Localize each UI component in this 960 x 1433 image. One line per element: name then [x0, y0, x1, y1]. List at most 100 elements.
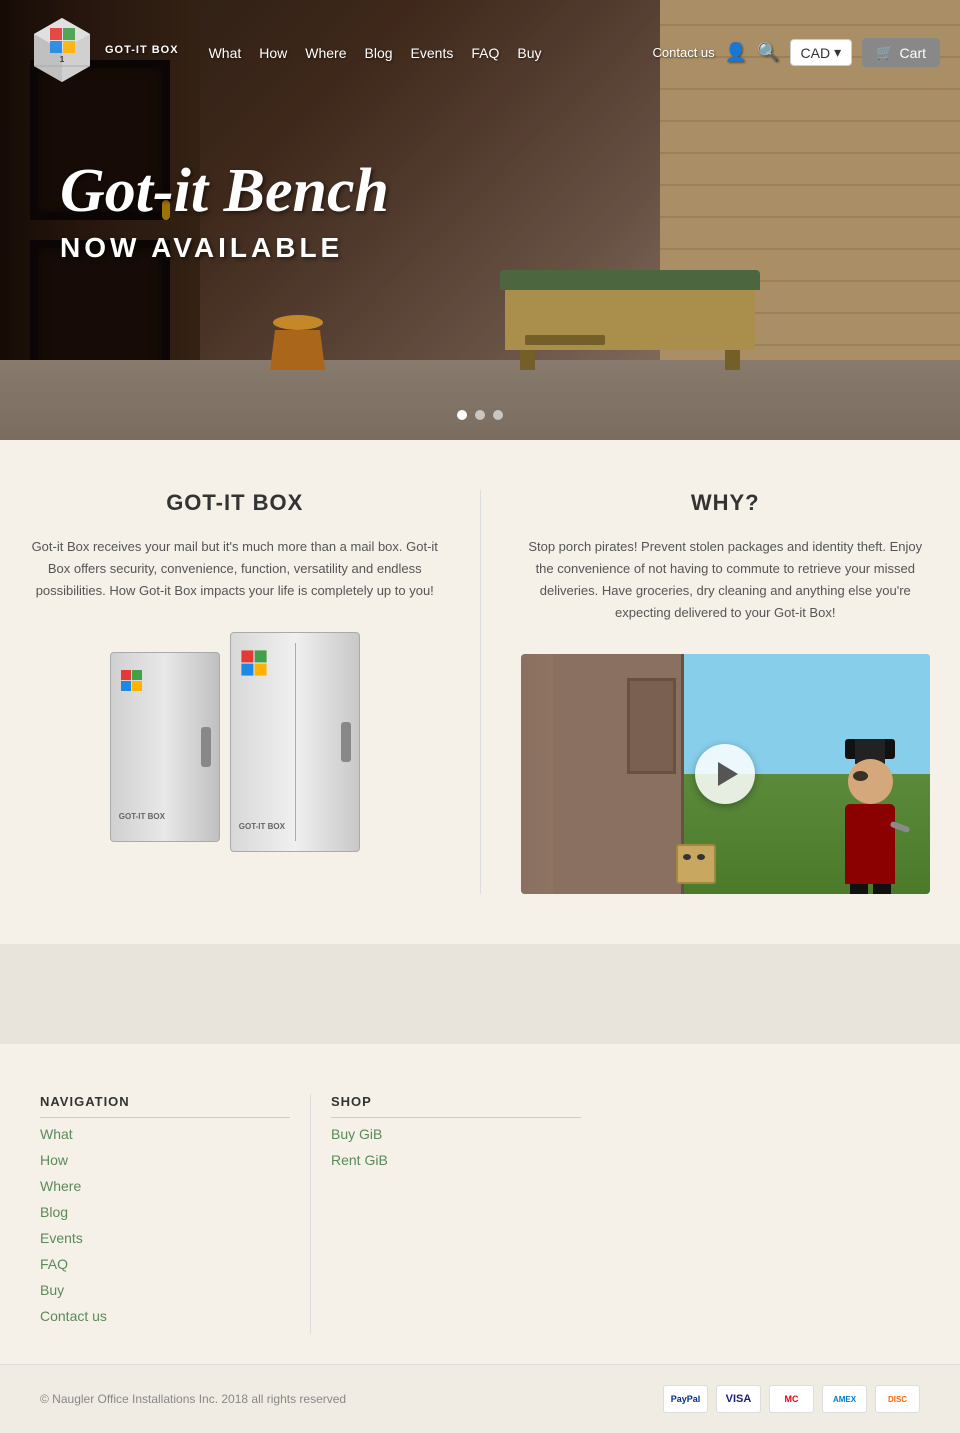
footer-link-where[interactable]: Where — [40, 1178, 81, 1194]
main-nav: What How Where Blog Events FAQ Buy — [209, 45, 653, 61]
footer-nav-item: What — [40, 1126, 290, 1144]
pirate-character — [830, 754, 910, 894]
nav-what[interactable]: What — [209, 45, 242, 61]
footer-nav-item: How — [40, 1152, 290, 1170]
hero-dot-2[interactable] — [475, 410, 485, 420]
currency-selector[interactable]: CAD ▾ — [790, 39, 853, 66]
payment-icons: PayPal VISA MC AMEX DISC — [663, 1385, 920, 1413]
play-button[interactable] — [695, 744, 755, 804]
hero-subtitle: NOW AVAILABLE — [60, 232, 389, 264]
pirate-hat — [845, 739, 895, 759]
mastercard-icon: MC — [769, 1385, 814, 1413]
box-eye-left — [683, 854, 691, 860]
footer-link-contact[interactable]: Contact us — [40, 1308, 107, 1324]
hero-dot-1[interactable] — [457, 410, 467, 420]
nav-where[interactable]: Where — [305, 45, 346, 61]
nav-faq[interactable]: FAQ — [471, 45, 499, 61]
box-label-large: GOT-IT BOX — [239, 822, 285, 831]
hero-dot-3[interactable] — [493, 410, 503, 420]
footer-columns: NAVIGATION What How Where Blog Events FA… — [40, 1094, 920, 1334]
box-face — [678, 846, 714, 868]
pirate-body — [845, 804, 895, 884]
footer-nav-item: Contact us — [40, 1308, 290, 1326]
chevron-down-icon: ▾ — [834, 44, 841, 61]
pirate-leg-left — [850, 884, 868, 894]
pirate-legs — [830, 884, 910, 894]
pirate-head — [848, 759, 893, 804]
search-icon[interactable]: 🔍 — [757, 42, 779, 63]
hero-text-block: Got-it Bench NOW AVAILABLE — [60, 160, 389, 264]
footer-nav-item: Buy — [40, 1282, 290, 1300]
footer-nav-item: Blog — [40, 1204, 290, 1222]
box-eye-right — [697, 854, 705, 860]
nav-buy[interactable]: Buy — [517, 45, 541, 61]
box-unit-small: GOT-IT BOX — [110, 652, 220, 842]
svg-text:1: 1 — [60, 55, 65, 64]
nav-blog[interactable]: Blog — [365, 45, 393, 61]
discover-icon: DISC — [875, 1385, 920, 1413]
footer-link-events[interactable]: Events — [40, 1230, 83, 1246]
footer-nav: NAVIGATION What How Where Blog Events FA… — [0, 1044, 960, 1364]
footer-nav-item: Where — [40, 1178, 290, 1196]
got-it-box-title: GOT-IT BOX — [30, 490, 440, 516]
why-col: WHY? Stop porch pirates! Prevent stolen … — [521, 490, 931, 894]
footer-link-buy[interactable]: Buy — [40, 1282, 64, 1298]
box-unit-large: GOT-IT BOX — [230, 632, 360, 852]
got-it-box-text: Got-it Box receives your mail but it's m… — [30, 536, 440, 602]
hero-title: Got-it Bench — [60, 160, 389, 222]
contact-us-link[interactable]: Contact us — [653, 45, 715, 60]
footer-link-faq[interactable]: FAQ — [40, 1256, 68, 1272]
box-label-small: GOT-IT BOX — [119, 812, 165, 821]
header-right: Contact us 👤 🔍 CAD ▾ 🛒 Cart — [653, 38, 940, 67]
footer-link-how[interactable]: How — [40, 1152, 68, 1168]
paypal-icon: PayPal — [663, 1385, 708, 1413]
footer-nav-col: NAVIGATION What How Where Blog Events FA… — [40, 1094, 290, 1334]
got-it-box-col: GOT-IT BOX Got-it Box receives your mail… — [30, 490, 440, 894]
footer-shop-item: Rent GiB — [331, 1152, 581, 1170]
amex-icon: AMEX — [822, 1385, 867, 1413]
video-thumbnail[interactable] — [521, 654, 931, 894]
footer-link-buy-gib[interactable]: Buy GiB — [331, 1126, 382, 1142]
box-logo-large — [239, 648, 269, 678]
box-logo-small — [119, 668, 144, 693]
user-icon[interactable]: 👤 — [725, 42, 747, 63]
footer-nav-item: Events — [40, 1230, 290, 1248]
footer-link-rent-gib[interactable]: Rent GiB — [331, 1152, 388, 1168]
footer-shop-item: Buy GiB — [331, 1126, 581, 1144]
box-handle-small — [201, 727, 211, 767]
play-triangle-icon — [718, 762, 738, 786]
nav-how[interactable]: How — [259, 45, 287, 61]
footer-bottom: © Naugler Office Installations Inc. 2018… — [0, 1364, 960, 1433]
cart-icon: 🛒 — [876, 44, 893, 61]
copyright: © Naugler Office Installations Inc. 2018… — [40, 1392, 346, 1406]
why-title: WHY? — [521, 490, 931, 516]
eye-patch — [853, 771, 868, 781]
box-handle-large — [341, 722, 351, 762]
hero-dots — [457, 410, 503, 420]
column-divider — [480, 490, 481, 894]
video-box-character — [676, 844, 716, 884]
footer-nav-title: NAVIGATION — [40, 1094, 290, 1118]
why-text: Stop porch pirates! Prevent stolen packa… — [521, 536, 931, 624]
pirate-leg-right — [873, 884, 891, 894]
main-content: GOT-IT BOX Got-it Box receives your mail… — [0, 440, 960, 944]
footer-link-blog[interactable]: Blog — [40, 1204, 68, 1220]
two-column-section: GOT-IT BOX Got-it Box receives your mail… — [30, 490, 930, 894]
footer-divider — [310, 1094, 311, 1334]
footer-shop-list: Buy GiB Rent GiB — [331, 1126, 581, 1170]
site-header: 1 GOT-IT BOX What How Where Blog Events … — [0, 0, 960, 105]
footer-nav-item: FAQ — [40, 1256, 290, 1274]
video-door-area — [521, 654, 685, 894]
visa-icon: VISA — [716, 1385, 761, 1413]
cart-button[interactable]: 🛒 Cart — [862, 38, 940, 67]
footer-shop-col: SHOP Buy GiB Rent GiB — [331, 1094, 581, 1334]
logo-area[interactable]: 1 GOT-IT BOX — [20, 10, 179, 95]
box-product-image: GOT-IT BOX GOT-IT BOX — [110, 632, 360, 862]
pirate-hook — [890, 821, 911, 833]
box-door-line — [295, 643, 296, 841]
footer-link-what[interactable]: What — [40, 1126, 73, 1142]
footer-shop-title: SHOP — [331, 1094, 581, 1118]
nav-events[interactable]: Events — [411, 45, 454, 61]
footer-nav-list: What How Where Blog Events FAQ Buy Conta… — [40, 1126, 290, 1326]
spacer-section — [0, 944, 960, 1044]
